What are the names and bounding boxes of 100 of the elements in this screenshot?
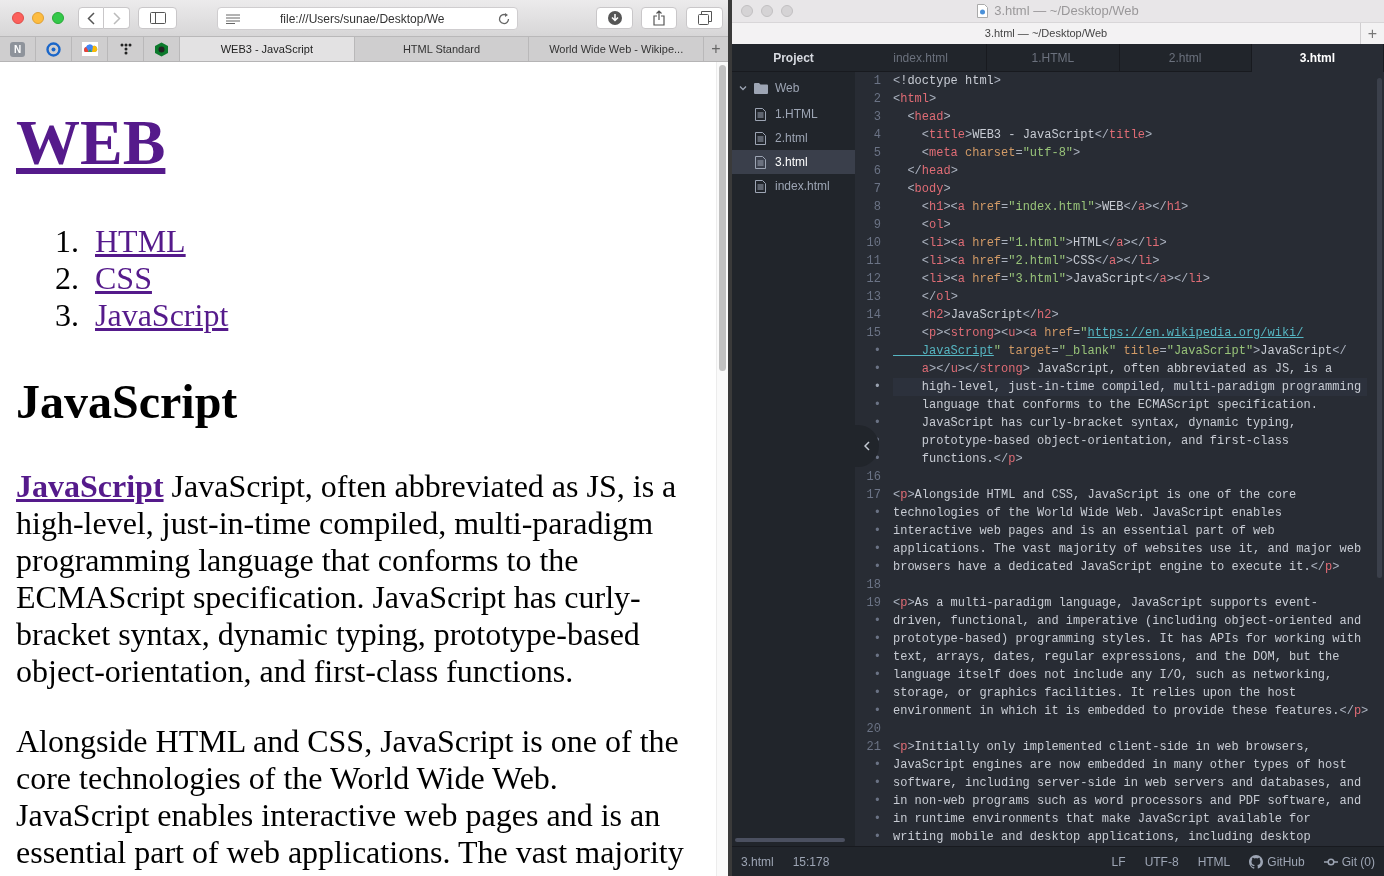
file-icon	[755, 131, 766, 145]
code-line: language itself does not include any I/O, such as networking,	[893, 667, 1333, 684]
code-line: <p>As a multi-paradigm language, JavaScript supports event-	[893, 595, 1318, 612]
code-line: prototype-based object-orientation, and first-class	[920, 433, 1290, 450]
tree-item[interactable]: 1.HTML	[732, 102, 855, 126]
scrollbar-thumb[interactable]	[719, 65, 726, 371]
collapse-button[interactable]	[855, 425, 879, 467]
tree-item[interactable]: index.html	[732, 174, 855, 198]
list-link[interactable]: CSS	[95, 260, 152, 297]
line-number: 13	[865, 289, 881, 306]
chevron-left-icon	[87, 11, 95, 25]
share-icon	[653, 10, 665, 26]
code-line: <ol>	[920, 217, 951, 234]
line-number: •	[872, 613, 881, 630]
heading-link[interactable]: WEB	[16, 107, 166, 178]
chevron-right-icon	[112, 11, 121, 25]
code-line: in runtime environments that make JavaScript available for	[893, 811, 1311, 828]
reload-icon[interactable]	[498, 12, 510, 25]
line-number: •	[872, 811, 881, 828]
line-number: 10	[865, 235, 881, 252]
line-number: 7	[872, 181, 881, 198]
code-line: applications. The vast majority of websites use it, and major web	[893, 541, 1362, 558]
scrollbar-thumb[interactable]	[735, 838, 845, 842]
list-link[interactable]: HTML	[95, 223, 186, 260]
line-number: 21	[865, 739, 881, 756]
line-number: 2	[872, 91, 881, 108]
new-tab-button[interactable]: +	[704, 37, 728, 61]
code-line: interactive web pages and is an essential part of web	[893, 523, 1275, 540]
code-line: storage, or graphics facilities. It relies upon the host	[893, 685, 1297, 702]
line-number: •	[872, 775, 881, 792]
panel-title: Project	[773, 49, 814, 67]
line-number: 5	[872, 145, 881, 162]
back-button[interactable]	[78, 7, 104, 29]
window-title: 3.html — ~/Desktop/Web	[994, 2, 1139, 21]
code-line: <meta charset="utf-8">	[920, 145, 1081, 162]
code-line: text, arrays, dates, regular expressions, and the DOM, but the	[893, 649, 1340, 666]
window-tab[interactable]: 3.html — ~/Desktop/Web	[732, 23, 1360, 44]
line-number: •	[872, 757, 881, 774]
code-line: <li><a href="3.html">JavaScript</a></li>	[920, 271, 1210, 288]
code-line: technologies of the World Wide Web. JavaScript enables	[893, 505, 1282, 522]
tree-item[interactable]: 3.html	[732, 150, 855, 174]
line-number: 20	[865, 721, 881, 738]
code-line: <p>Alongside HTML and CSS, JavaScript is one of the core	[893, 487, 1297, 504]
code-line: driven, functional, and imperative (including object-oriented and	[893, 613, 1362, 630]
paragraph-link[interactable]: JavaScript	[16, 468, 164, 504]
status-item[interactable]: HTML	[1197, 852, 1231, 871]
code-line: JavaScript" target="_blank" title="JavaScript">JavaScript</	[920, 343, 1347, 360]
code-line: <head>	[906, 109, 951, 126]
dots-icon	[119, 43, 132, 55]
file-icon	[755, 179, 766, 193]
github-icon	[1249, 854, 1264, 869]
status-item[interactable]: LF	[1111, 852, 1126, 871]
line-number: •	[872, 379, 881, 396]
code-line: software, including server-side in web servers and databases, and	[893, 775, 1362, 792]
share-button[interactable]	[641, 7, 677, 29]
tree-item[interactable]: 2.html	[732, 126, 855, 150]
code-line: <p><strong><u><a href="https://en.wikipedia.org/wiki/	[920, 325, 1304, 342]
minimize-button[interactable]	[32, 12, 44, 24]
file-icon	[755, 107, 766, 121]
code-line: <h2>JavaScript</h2>	[920, 307, 1059, 324]
list-link[interactable]: JavaScript	[95, 297, 229, 334]
document-icon	[977, 4, 989, 18]
folder-icon	[754, 82, 768, 94]
code-line: functions.</p>	[920, 451, 1023, 468]
line-number: 19	[865, 595, 881, 612]
url-text: file:///Users/sunae/Desktop/We	[280, 10, 445, 28]
code-line: <p>Initially only implemented client-side in web browsers,	[893, 739, 1311, 756]
forward-button[interactable]	[104, 7, 130, 29]
code-line: <!doctype html>	[893, 73, 1002, 90]
tabs-button[interactable]	[686, 7, 723, 29]
zoom-button[interactable]	[52, 12, 64, 24]
status-item[interactable]: GitHub	[1249, 852, 1305, 871]
paragraph: Alongside HTML and CSS, JavaScript is one of the core technologies of the World Wide Web. JavaScript enables interactive web pages and is an essential part of web applications. The vast majority	[16, 723, 685, 871]
line-number: •	[872, 523, 881, 540]
line-number: 8	[872, 199, 881, 216]
line-number: 11	[865, 253, 881, 270]
list-number: 1.	[54, 223, 80, 260]
status-text: 15:178	[792, 853, 830, 871]
close-button[interactable]	[12, 12, 24, 24]
line-number: 15	[865, 325, 881, 342]
code-line: <title>WEB3 - JavaScript</title>	[920, 127, 1153, 144]
download-icon	[607, 11, 622, 25]
sidebar-button[interactable]	[138, 7, 177, 29]
download-button[interactable]	[596, 7, 633, 29]
status-item[interactable]: UTF-8	[1144, 852, 1179, 871]
code-line: prototype-based) programming styles. It has APIs for working with	[893, 631, 1362, 648]
line-number: 17	[865, 487, 881, 504]
line-number: •	[872, 415, 881, 432]
editor-tab[interactable]: 3.html	[1251, 44, 1384, 72]
browser-tab[interactable]: WEB3 - JavaScript	[180, 37, 355, 61]
status-item[interactable]: Git (0)	[1323, 852, 1375, 871]
code-line: JavaScript engines are now embedded in many other types of host	[893, 757, 1347, 774]
line-number: •	[872, 541, 881, 558]
tree-item[interactable]: Web	[732, 76, 855, 100]
address-field[interactable]: file:///Users/sunae/Desktop/We	[217, 7, 518, 30]
line-number: •	[872, 703, 881, 720]
line-number: 12	[865, 271, 881, 288]
line-number: 6	[872, 163, 881, 180]
ring-icon	[46, 41, 61, 57]
code-line: <html>	[893, 91, 937, 108]
